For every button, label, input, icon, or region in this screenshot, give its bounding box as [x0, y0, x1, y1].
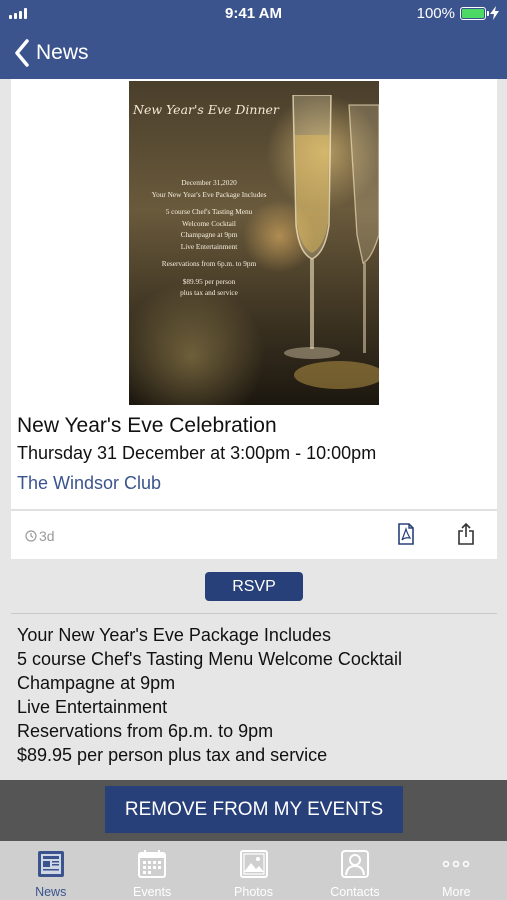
rsvp-button[interactable]: RSVP	[205, 572, 303, 601]
post-age: 3d	[25, 528, 55, 544]
back-label: News	[36, 41, 89, 64]
pdf-icon[interactable]	[397, 523, 415, 545]
description-line: Your New Year's Eve Package Includes	[17, 625, 331, 645]
chevron-left-icon	[15, 39, 29, 67]
status-bar: 9:41 AM 100%	[0, 0, 507, 28]
event-card: New Year's Eve Dinner December 31,2020 Y…	[11, 79, 497, 509]
flyer-line: Live Entertainment	[180, 241, 238, 251]
flyer-line: December 31,2020	[181, 178, 237, 187]
flyer-line: Champagne at 9pm	[180, 230, 238, 239]
post-age-text: 3d	[39, 528, 55, 544]
tab-label: More	[442, 885, 471, 899]
tab-label: Contacts	[330, 885, 380, 899]
description-line: 5 course Chef's Tasting Menu Welcome Coc…	[17, 649, 402, 669]
description-line: Champagne at 9pm	[17, 673, 176, 693]
section-divider	[11, 613, 497, 614]
battery-icon	[460, 7, 489, 20]
flyer-title: New Year's Eve Dinner	[133, 102, 279, 117]
news-icon	[37, 851, 64, 877]
flyer-line: Your New Year's Eve Package Includes	[151, 189, 267, 199]
remove-from-my-events-button[interactable]: REMOVE FROM MY EVENTS	[105, 786, 403, 833]
event-meta-bar: 3d	[11, 511, 497, 559]
charging-bolt-icon	[490, 6, 499, 20]
flyer-line: Welcome Cocktail	[182, 218, 236, 228]
champagne-glass-illustration	[284, 95, 379, 389]
tab-more[interactable]: More	[406, 841, 507, 900]
event-title: New Year's Eve Celebration	[17, 414, 277, 437]
tab-label: News	[35, 885, 67, 899]
event-datetime: Thursday 31 December at 3:00pm - 10:00pm	[17, 443, 377, 463]
event-flyer-image[interactable]: New Year's Eve Dinner December 31,2020 Y…	[129, 81, 379, 405]
event-venue-link[interactable]: The Windsor Club	[17, 473, 161, 494]
tab-label: Events	[133, 885, 172, 899]
battery-percent: 100%	[416, 5, 455, 22]
clock-icon	[25, 530, 37, 542]
photo-icon	[239, 850, 268, 878]
tab-news[interactable]: News	[0, 841, 101, 900]
flyer-line: $89.95 per person	[182, 276, 236, 286]
more-icon	[443, 860, 470, 868]
contact-icon	[340, 850, 369, 878]
event-description: Your New Year's Eve Package Includes 5 c…	[17, 623, 402, 767]
calendar-icon	[138, 850, 167, 878]
description-line: $89.95 per person plus tax and service	[17, 745, 328, 765]
back-button[interactable]: News	[14, 39, 89, 67]
share-icon[interactable]	[457, 523, 475, 545]
tab-contacts[interactable]: Contacts	[304, 841, 405, 900]
flyer-line: Reservations from 6p.m. to 9pm	[161, 259, 257, 268]
tab-photos[interactable]: Photos	[203, 841, 304, 900]
flyer-line: plus tax and service	[180, 288, 238, 297]
navigation-bar: News	[0, 28, 507, 79]
flyer-text: December 31,2020 Your New Year's Eve Pac…	[129, 177, 289, 299]
tab-events[interactable]: Events	[101, 841, 202, 900]
description-line: Live Entertainment	[17, 697, 168, 717]
action-bar: REMOVE FROM MY EVENTS	[0, 780, 507, 841]
flyer-line: 5 course Chef's Tasting Menu	[165, 207, 253, 216]
description-line: Reservations from 6p.m. to 9pm	[17, 721, 274, 741]
tab-bar: News Events Photos Contacts More	[0, 841, 507, 900]
tab-label: Photos	[234, 885, 273, 899]
